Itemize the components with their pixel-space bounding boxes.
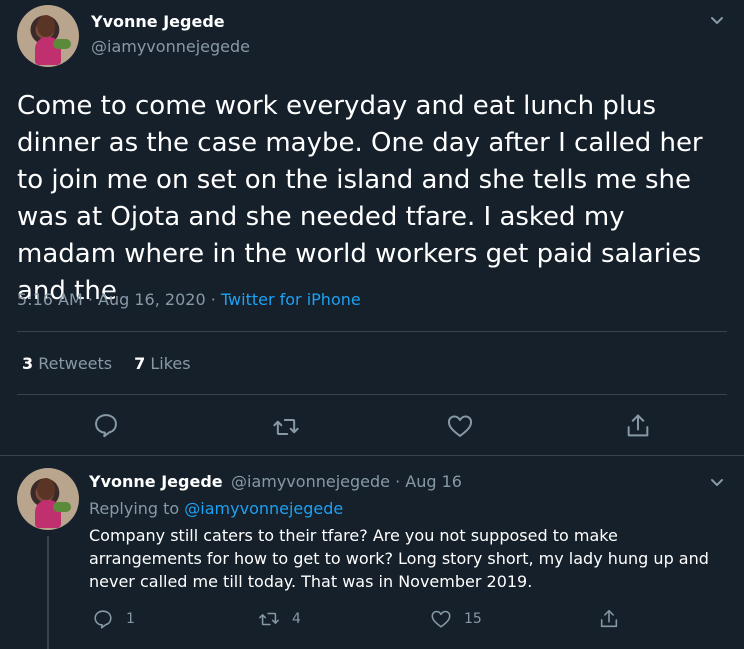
like-icon[interactable] <box>446 412 474 440</box>
reply-handle[interactable]: @iamyvonnejegede <box>231 472 390 491</box>
tweet-date[interactable]: Aug 16, 2020 <box>98 290 206 309</box>
retweets-count: 3 <box>22 354 34 373</box>
share-icon[interactable] <box>624 412 652 440</box>
divider <box>17 331 727 332</box>
avatar-arm <box>53 39 71 49</box>
replying-to-handle[interactable]: @iamyvonnejegede <box>184 499 343 518</box>
like-count: 15 <box>464 611 482 627</box>
tweet-stats: 3 Retweets 7 Likes <box>22 354 191 373</box>
reply-retweet-button[interactable]: 4 <box>258 608 301 630</box>
reply-share-button[interactable] <box>598 608 620 630</box>
divider <box>17 394 727 395</box>
retweet-icon[interactable] <box>272 413 300 441</box>
reply-icon[interactable] <box>92 411 120 439</box>
reply-reply-button[interactable]: 1 <box>92 608 135 630</box>
replying-to: Replying to @iamyvonnejegede <box>89 499 343 518</box>
avatar-arm <box>53 502 71 512</box>
thread-line <box>47 536 49 649</box>
likes-count: 7 <box>134 354 146 373</box>
chevron-down-icon[interactable] <box>707 472 727 492</box>
reply-text: Company still caters to their tfare? Are… <box>89 526 709 591</box>
reply-count: 1 <box>126 611 135 627</box>
tweet-meta: 5:16 AM · Aug 16, 2020 · Twitter for iPh… <box>17 290 361 309</box>
tweet-text: Come to come work everyday and eat lunch… <box>17 91 703 306</box>
retweet-icon <box>259 612 279 626</box>
tweet-source-link[interactable]: Twitter for iPhone <box>221 290 361 309</box>
reply-avatar[interactable] <box>17 468 79 530</box>
avatar[interactable] <box>17 5 79 67</box>
replying-to-label: Replying to <box>89 499 180 518</box>
reply-author-name[interactable]: Yvonne Jegede <box>89 472 223 491</box>
avatar-head <box>37 15 55 37</box>
meta-separator: · <box>210 290 216 309</box>
reply-author-handle: @iamyvonnejegede · Aug 16 <box>231 472 462 491</box>
likes-stat[interactable]: 7 Likes <box>134 354 190 373</box>
reply-icon <box>94 610 112 629</box>
author-handle[interactable]: @iamyvonnejegede <box>91 37 250 56</box>
meta-separator: · <box>87 290 93 309</box>
retweet-count: 4 <box>292 611 301 627</box>
tweet-time[interactable]: 5:16 AM <box>17 290 83 309</box>
share-icon <box>600 609 618 628</box>
retweets-stat[interactable]: 3 Retweets <box>22 354 112 373</box>
retweets-label: Retweets <box>38 354 113 373</box>
like-icon <box>431 610 451 628</box>
avatar-head <box>37 478 55 500</box>
section-divider <box>0 455 744 456</box>
reply-date[interactable]: Aug 16 <box>405 472 462 491</box>
likes-label: Likes <box>150 354 191 373</box>
meta-separator: · <box>395 472 401 491</box>
reply-like-button[interactable]: 15 <box>430 608 482 630</box>
chevron-down-icon[interactable] <box>707 10 727 30</box>
author-name[interactable]: Yvonne Jegede <box>91 12 225 31</box>
